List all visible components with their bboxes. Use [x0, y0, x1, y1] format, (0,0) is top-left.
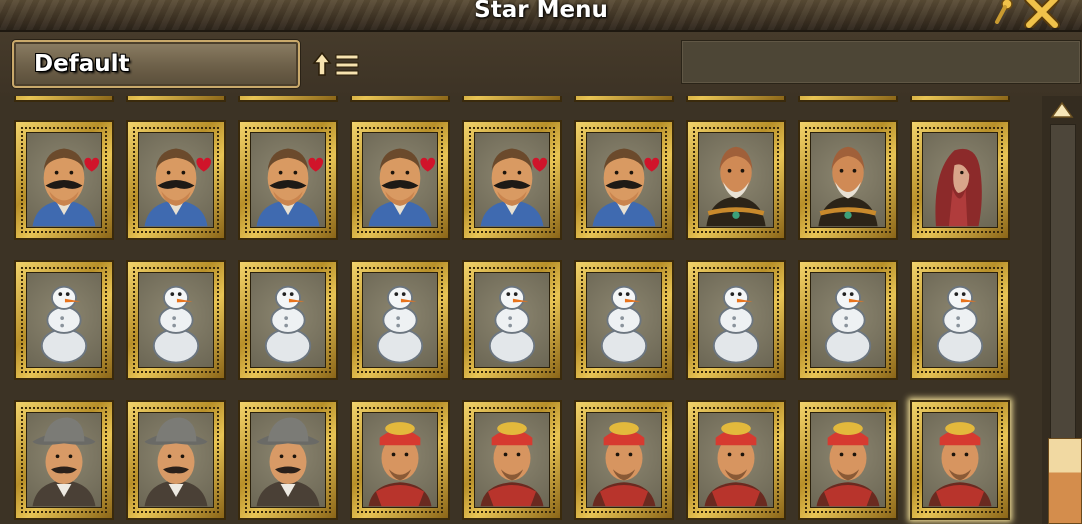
avatar-card-dockworker[interactable]: [14, 120, 114, 240]
toolbar: Default: [0, 32, 1082, 96]
dockworker-icon: [138, 132, 214, 228]
avatar-card-partial[interactable]: [798, 96, 898, 102]
snowman-icon: [26, 272, 102, 368]
avatar-card-hat-merchant[interactable]: [14, 400, 114, 520]
avatar-card-bandana-adventurer[interactable]: [686, 400, 786, 520]
avatar-card-red-cloaked-figure[interactable]: [910, 120, 1010, 240]
dockworker-icon: [250, 132, 326, 228]
snowman-icon: [138, 272, 214, 368]
avatar-card-dockworker[interactable]: [462, 120, 562, 240]
snowman-icon: [698, 272, 774, 368]
avatar-card-partial[interactable]: [350, 96, 450, 102]
avatar-card-bandana-adventurer[interactable]: [462, 400, 562, 520]
avatar-card-bearded-general[interactable]: [798, 120, 898, 240]
dockworker-icon: [362, 132, 438, 228]
hat-merchant-icon: [138, 412, 214, 508]
avatar-card-snowman[interactable]: [462, 260, 562, 380]
avatar-card-bearded-general[interactable]: [686, 120, 786, 240]
bandana-adventurer-icon: [810, 412, 886, 508]
bandana-adventurer-icon: [586, 412, 662, 508]
avatar-card-partial[interactable]: [14, 96, 114, 102]
pin-icon[interactable]: [994, 0, 1016, 24]
dockworker-icon: [474, 132, 550, 228]
red-cloaked-figure-icon: [922, 132, 998, 228]
search-input[interactable]: [681, 40, 1081, 84]
avatar-card-snowman[interactable]: [686, 260, 786, 380]
dockworker-icon: [586, 132, 662, 228]
avatar-card-bandana-adventurer[interactable]: [910, 400, 1010, 520]
bandana-adventurer-icon: [474, 412, 550, 508]
avatar-card-snowman[interactable]: [574, 260, 674, 380]
avatar-card-partial[interactable]: [686, 96, 786, 102]
snowman-icon: [810, 272, 886, 368]
category-filter-dropdown[interactable]: Default: [12, 40, 300, 88]
dockworker-icon: [26, 132, 102, 228]
bandana-adventurer-icon: [922, 412, 998, 508]
avatar-card-dockworker[interactable]: [238, 120, 338, 240]
avatar-card-dockworker[interactable]: [574, 120, 674, 240]
scroll-thumb[interactable]: [1048, 438, 1082, 524]
avatar-card-snowman[interactable]: [238, 260, 338, 380]
avatar-card-snowman[interactable]: [350, 260, 450, 380]
avatar-card-partial[interactable]: [238, 96, 338, 102]
snowman-icon: [474, 272, 550, 368]
avatar-card-hat-merchant[interactable]: [238, 400, 338, 520]
avatar-card-partial[interactable]: [574, 96, 674, 102]
avatar-card-snowman[interactable]: [798, 260, 898, 380]
snowman-icon: [250, 272, 326, 368]
hat-merchant-icon: [250, 412, 326, 508]
snowman-icon: [362, 272, 438, 368]
avatar-card-hat-merchant[interactable]: [126, 400, 226, 520]
close-icon[interactable]: [1024, 0, 1060, 28]
star-menu-grid: [0, 96, 1042, 524]
avatar-card-snowman[interactable]: [14, 260, 114, 380]
bandana-adventurer-icon: [698, 412, 774, 508]
hat-merchant-icon: [26, 412, 102, 508]
avatar-card-partial[interactable]: [910, 96, 1010, 102]
window-title: Star Menu: [474, 0, 608, 23]
bandana-adventurer-icon: [362, 412, 438, 508]
snowman-icon: [586, 272, 662, 368]
avatar-card-bandana-adventurer[interactable]: [574, 400, 674, 520]
bearded-general-icon: [698, 132, 774, 228]
avatar-card-snowman[interactable]: [126, 260, 226, 380]
avatar-card-partial[interactable]: [462, 96, 562, 102]
sort-ascending-icon[interactable]: [312, 50, 362, 80]
avatar-card-dockworker[interactable]: [126, 120, 226, 240]
category-filter-label: Default: [34, 51, 130, 77]
snowman-icon: [922, 272, 998, 368]
avatar-card-partial[interactable]: [126, 96, 226, 102]
avatar-card-dockworker[interactable]: [350, 120, 450, 240]
avatar-card-bandana-adventurer[interactable]: [350, 400, 450, 520]
bearded-general-icon: [810, 132, 886, 228]
avatar-card-bandana-adventurer[interactable]: [798, 400, 898, 520]
title-bar[interactable]: Star Menu: [0, 0, 1082, 32]
scroll-up-arrow-icon[interactable]: [1050, 100, 1074, 120]
avatar-card-snowman[interactable]: [910, 260, 1010, 380]
